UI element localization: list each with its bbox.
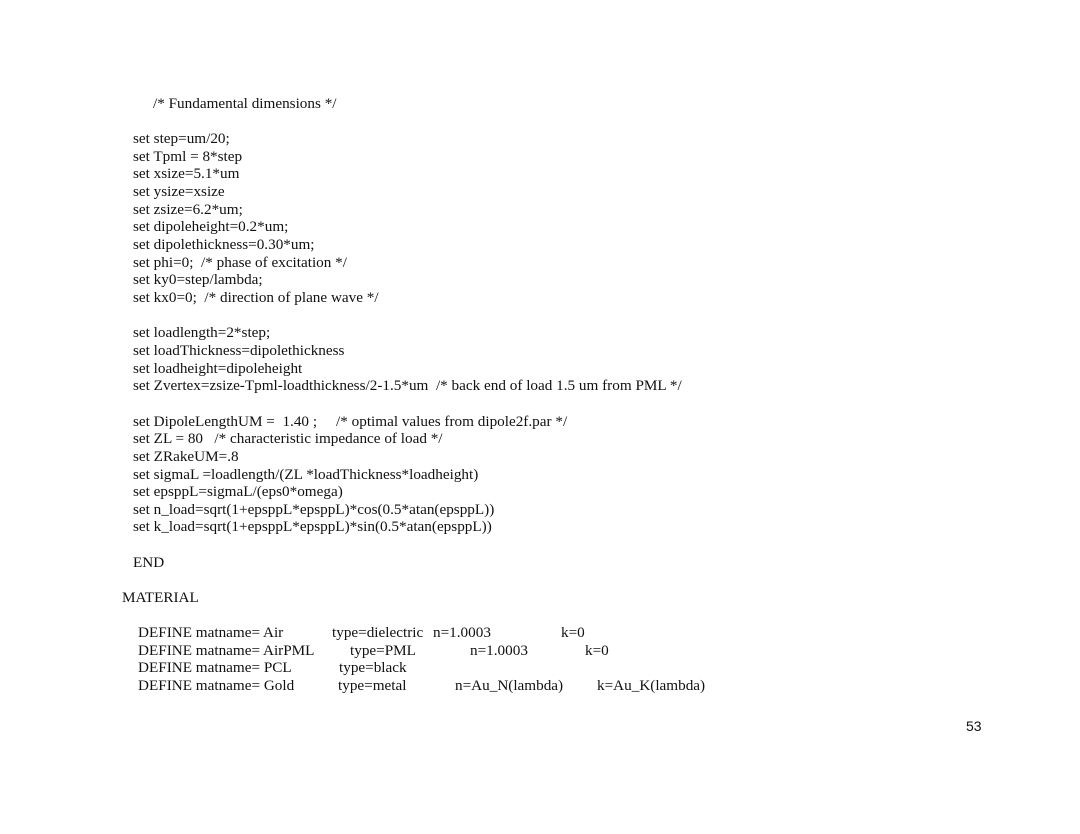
code-line: set xsize=5.1*um [133, 165, 240, 182]
code-line: set loadlength=2*step; [133, 324, 271, 341]
code-line: set phi=0; /* phase of excitation */ [133, 254, 347, 271]
code-line: set kx0=0; /* direction of plane wave */ [133, 289, 379, 306]
material-type: type=metal [338, 677, 407, 694]
page-number: 53 [966, 718, 982, 734]
material-type: type=PML [350, 642, 416, 659]
material-k: k=Au_K(lambda) [597, 677, 706, 694]
end-keyword: END [133, 554, 165, 571]
code-line: set loadheight=dipoleheight [133, 360, 303, 377]
material-type: type=dielectric [332, 624, 424, 641]
material-type: type=black [339, 659, 407, 676]
code-line: set zsize=6.2*um; [133, 201, 243, 218]
code-line: set loadThickness=dipolethickness [133, 342, 345, 359]
code-line: set ky0=step/lambda; [133, 271, 263, 288]
material-n: n=1.0003 [433, 624, 491, 641]
code-line: set k_load=sqrt(1+epsppL*epsppL)*sin(0.5… [133, 518, 492, 535]
material-k: k=0 [585, 642, 609, 659]
code-line: set n_load=sqrt(1+epsppL*epsppL)*cos(0.5… [133, 501, 495, 518]
code-line: set ysize=xsize [133, 183, 225, 200]
code-line: set dipolethickness=0.30*um; [133, 236, 315, 253]
document-page: /* Fundamental dimensions */ set step=um… [0, 0, 1080, 834]
code-line: set dipoleheight=0.2*um; [133, 218, 289, 235]
material-define: DEFINE matname= Air [138, 624, 284, 641]
code-line: set ZRakeUM=.8 [133, 448, 239, 465]
code-line: set ZL = 80 /* characteristic impedance … [133, 430, 443, 447]
material-define: DEFINE matname= Gold [138, 677, 295, 694]
code-line: set DipoleLengthUM = 1.40 ; /* optimal v… [133, 413, 568, 430]
material-n: n=Au_N(lambda) [455, 677, 564, 694]
material-n: n=1.0003 [470, 642, 528, 659]
comment-header: /* Fundamental dimensions */ [153, 95, 337, 112]
code-line: set sigmaL =loadlength/(ZL *loadThicknes… [133, 466, 479, 483]
material-keyword: MATERIAL [122, 589, 199, 606]
code-line: set epsppL=sigmaL/(eps0*omega) [133, 483, 343, 500]
material-define: DEFINE matname= PCL [138, 659, 292, 676]
material-k: k=0 [561, 624, 585, 641]
code-line: set Zvertex=zsize-Tpml-loadthickness/2-1… [133, 377, 682, 394]
code-line: set step=um/20; [133, 130, 230, 147]
material-define: DEFINE matname= AirPML [138, 642, 315, 659]
code-line: set Tpml = 8*step [133, 148, 243, 165]
